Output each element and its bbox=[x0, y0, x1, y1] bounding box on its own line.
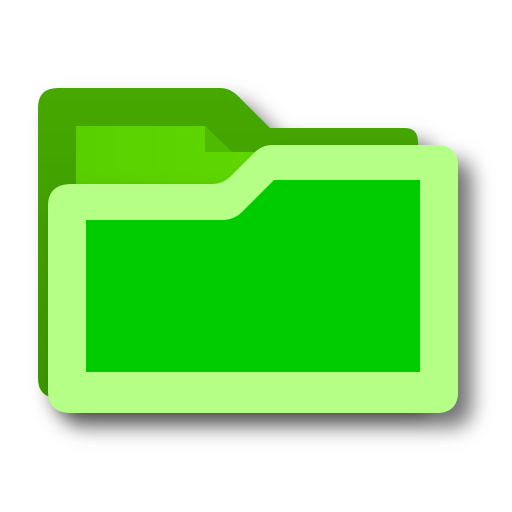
folder-icon bbox=[0, 0, 512, 512]
folder-front bbox=[48, 145, 458, 413]
folder-svg bbox=[38, 88, 458, 413]
canvas bbox=[0, 0, 512, 512]
